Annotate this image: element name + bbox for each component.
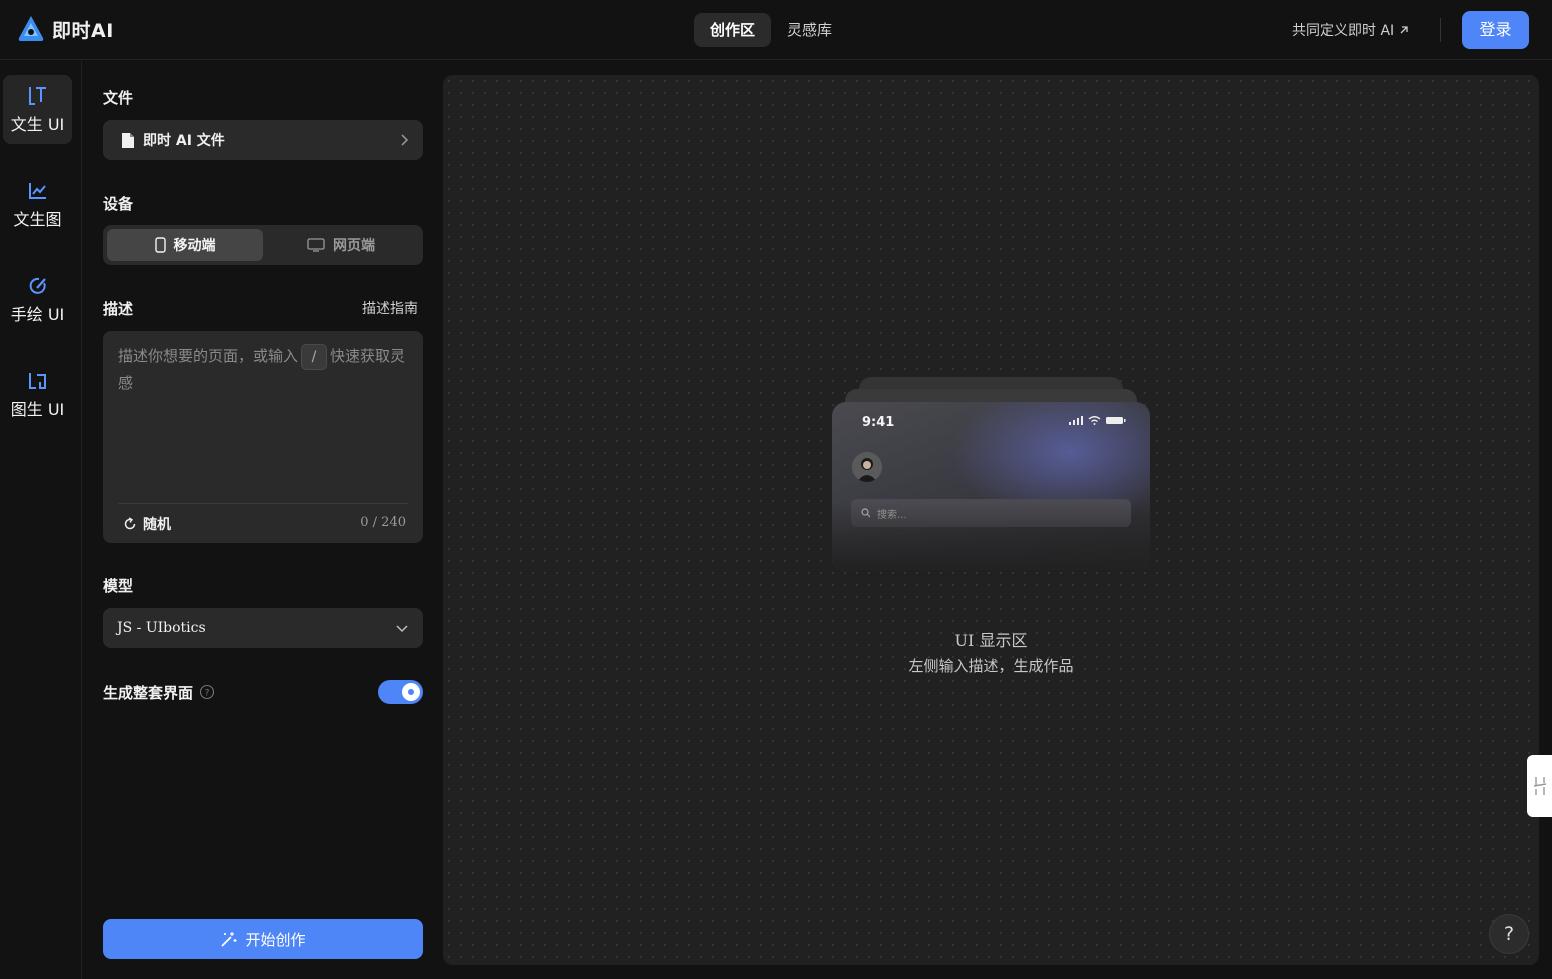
- description-section-title: 描述: [103, 300, 134, 318]
- wave-icon: [1533, 777, 1546, 795]
- char-counter: 0 / 240: [360, 515, 406, 530]
- model-select[interactable]: JS - UIbotics: [103, 608, 423, 648]
- display-area-title: UI 显示区: [954, 631, 1028, 650]
- placeholder-text-before: 描述你想要的页面，或输入: [118, 347, 299, 365]
- side-feedback-tab[interactable]: [1527, 755, 1552, 817]
- description-input[interactable]: 描述你想要的页面，或输入 / 快速获取灵感 随机 0 / 240: [103, 331, 423, 543]
- random-label: 随机: [143, 517, 171, 533]
- file-name: 即时 AI 文件: [143, 133, 225, 149]
- logo-icon: [18, 16, 44, 41]
- sketch-icon: [29, 277, 46, 294]
- rail-item-image-ui[interactable]: 图生 UI: [3, 360, 72, 429]
- device-section-title: 设备: [103, 195, 134, 213]
- mode-rail: 文生 UI 文生图 手绘 UI 图生 UI: [0, 61, 82, 979]
- device-web-button[interactable]: 网页端: [263, 229, 419, 261]
- app-name: 即时AI: [52, 19, 114, 42]
- description-guide-link[interactable]: 描述指南: [362, 298, 418, 318]
- description-divider: [118, 503, 408, 504]
- file-icon: [122, 132, 134, 148]
- login-button[interactable]: 登录: [1462, 11, 1529, 49]
- file-selector[interactable]: 即时 AI 文件: [103, 120, 423, 160]
- device-mobile-label: 移动端: [173, 238, 216, 254]
- full-set-label: 生成整套界面: [103, 683, 194, 702]
- rail-item-label: 手绘 UI: [10, 304, 65, 324]
- logo[interactable]: 即时AI: [16, 14, 114, 44]
- divider: [1440, 18, 1441, 42]
- random-button[interactable]: 随机: [123, 514, 171, 534]
- signal-icon: [1069, 416, 1083, 425]
- rail-item-label: 图生 UI: [10, 399, 65, 419]
- phone-time: 9:41: [862, 415, 895, 430]
- chart-icon: [28, 182, 46, 199]
- phone-search-placeholder: 搜索...: [877, 509, 907, 521]
- start-create-label: 开始创作: [245, 930, 306, 949]
- define-link-label: 共同定义即时 AI: [1292, 23, 1395, 39]
- top-tabs: 创作区 灵感库: [694, 13, 848, 47]
- avatar: [852, 452, 882, 482]
- wifi-icon: [1088, 416, 1101, 425]
- magic-wand-icon: [221, 931, 237, 947]
- refresh-icon: [124, 517, 136, 530]
- rail-item-sketch-ui[interactable]: 手绘 UI: [3, 265, 72, 334]
- start-create-button[interactable]: 开始创作: [103, 919, 423, 959]
- search-icon: [861, 508, 871, 518]
- full-set-row: 生成整套界面 ?: [103, 678, 423, 706]
- phone-preview: 9:41 搜索...: [832, 402, 1150, 572]
- rail-item-text-image[interactable]: 文生图: [3, 170, 72, 239]
- preview-phone-stack: 9:41 搜索...: [832, 377, 1152, 577]
- tab-inspiration[interactable]: 灵感库: [771, 13, 848, 47]
- rail-item-text-ui[interactable]: 文生 UI: [3, 75, 72, 144]
- help-circle-icon[interactable]: ?: [199, 684, 215, 700]
- chevron-down-icon: [396, 625, 408, 633]
- desktop-icon: [307, 238, 325, 252]
- define-link[interactable]: 共同定义即时 AI: [1292, 20, 1410, 40]
- phone-status-icons: [1069, 416, 1126, 425]
- external-arrow-icon: [1400, 26, 1408, 34]
- file-section-title: 文件: [103, 89, 134, 107]
- ui-display-canvas: 9:41 搜索... UI 显示区 左侧输入描述，生成作品: [443, 75, 1539, 965]
- rail-item-label: 文生图: [13, 209, 62, 229]
- device-web-label: 网页端: [333, 238, 375, 254]
- battery-icon: [1106, 417, 1126, 424]
- text-ui-icon: [28, 86, 46, 105]
- toggle-knob: [402, 683, 420, 701]
- tab-create[interactable]: 创作区: [694, 13, 772, 47]
- description-placeholder: 描述你想要的页面，或输入 / 快速获取灵感: [118, 343, 413, 397]
- slash-key: /: [301, 343, 328, 370]
- model-value: JS - UIbotics: [117, 620, 206, 636]
- chevron-right-icon: [401, 134, 409, 146]
- settings-panel: 文件 即时 AI 文件 设备 移动端 网页端 描述 描述指南 描述你想要的页面，…: [83, 61, 443, 979]
- mobile-icon: [154, 237, 166, 253]
- full-set-toggle[interactable]: [378, 680, 423, 704]
- device-toggle: 移动端 网页端: [103, 225, 423, 265]
- rail-item-label: 文生 UI: [10, 114, 65, 134]
- device-mobile-button[interactable]: 移动端: [107, 229, 263, 261]
- model-section-title: 模型: [103, 577, 134, 595]
- phone-search-bar: 搜索...: [851, 499, 1131, 527]
- image-ui-icon: [28, 372, 46, 389]
- svg-text:?: ?: [205, 689, 210, 699]
- top-bar: 即时AI 创作区 灵感库 共同定义即时 AI 登录: [0, 0, 1552, 60]
- help-button[interactable]: ?: [1489, 914, 1529, 954]
- display-area-subtitle: 左侧输入描述，生成作品: [908, 657, 1074, 675]
